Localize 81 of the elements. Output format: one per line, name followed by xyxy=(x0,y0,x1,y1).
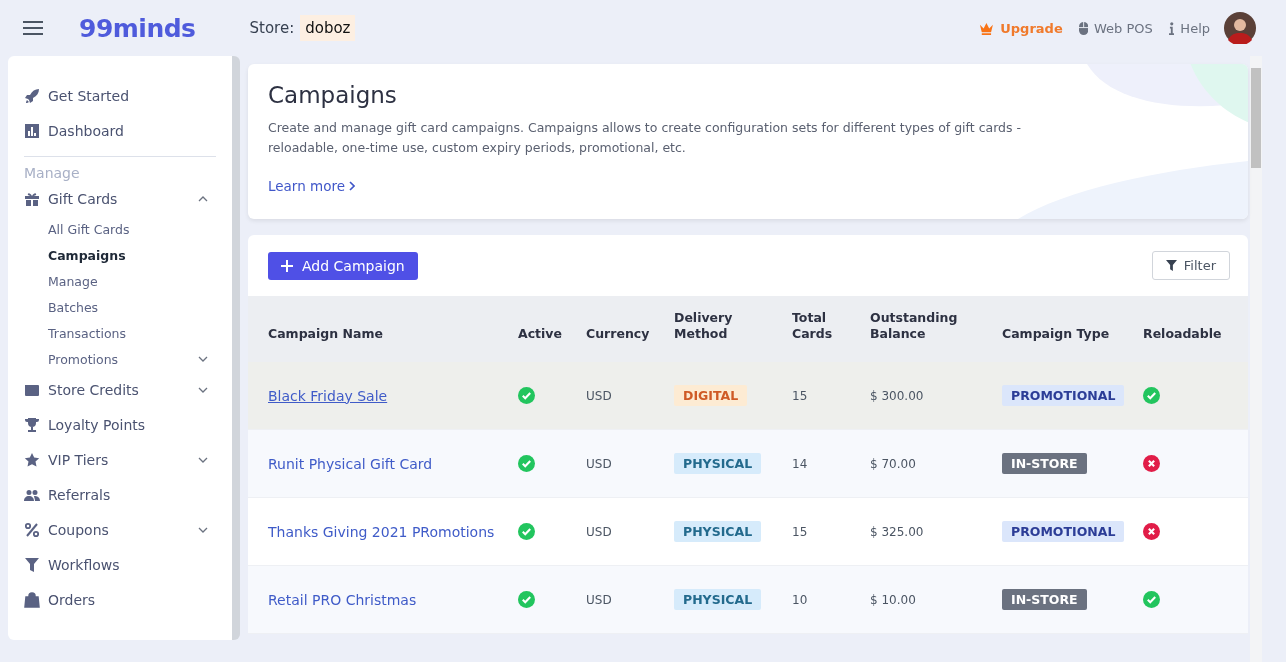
funnel-icon xyxy=(24,556,40,573)
campaign-link[interactable]: Black Friday Sale xyxy=(268,387,388,404)
sidebar-subitem[interactable]: Transactions xyxy=(48,325,127,341)
campaign-link[interactable]: Retail PRO Christmas xyxy=(268,591,417,608)
table-cell: 15 xyxy=(792,524,808,539)
table-cell: 14 xyxy=(792,456,808,471)
table-cell: $ 10.00 xyxy=(870,592,916,607)
plus-icon xyxy=(281,259,293,272)
mouse-icon xyxy=(1078,21,1088,35)
sidebar-item[interactable]: Orders xyxy=(24,582,96,617)
column-header: Active xyxy=(512,296,580,362)
sidebar-item[interactable]: Workflows xyxy=(24,547,120,582)
column-header: Outstanding Balance xyxy=(864,296,996,362)
delivery-badge: DIGITAL xyxy=(674,385,748,406)
sidebar-item[interactable]: Dashboard xyxy=(24,113,216,148)
star-icon xyxy=(24,451,40,468)
table-cell: USD xyxy=(586,524,612,539)
chevron-right-icon xyxy=(349,181,355,191)
table-cell: USD xyxy=(586,592,612,607)
table-cell: 15 xyxy=(792,388,808,403)
gift-icon xyxy=(24,190,40,207)
bar-chart-icon xyxy=(24,122,40,139)
avatar[interactable] xyxy=(1224,12,1256,44)
learn-more-link[interactable]: Learn more xyxy=(268,178,355,194)
table-cell: $ 300.00 xyxy=(870,388,924,403)
sidebar-item[interactable]: Gift Cards xyxy=(24,181,118,216)
sidebar-subitem[interactable]: Promotions xyxy=(48,351,119,367)
table-cell: USD xyxy=(586,456,612,471)
column-header: Currency xyxy=(580,296,668,362)
sidebar-subitem[interactable]: Campaigns xyxy=(48,247,126,263)
table-cell: $ 325.00 xyxy=(870,524,924,539)
sidebar-subitem[interactable]: All Gift Cards xyxy=(48,221,130,237)
sidebar-item[interactable]: Loyalty Points xyxy=(24,407,146,442)
sidebar-subitem[interactable]: Batches xyxy=(48,299,99,315)
funnel-icon xyxy=(1165,260,1177,271)
table-cell: USD xyxy=(586,388,612,403)
info-icon xyxy=(1168,21,1175,35)
campaign-link[interactable]: Thanks Giving 2021 PRomotions xyxy=(268,523,495,540)
menu-icon[interactable] xyxy=(23,21,43,35)
delivery-badge: PHYSICAL xyxy=(674,521,762,542)
sidebar-subitem[interactable]: Manage xyxy=(48,273,98,289)
type-badge: IN-STORE xyxy=(1002,453,1087,474)
sidebar-item[interactable]: Store Credits xyxy=(24,372,139,407)
column-header: Campaign Name xyxy=(248,296,512,362)
add-campaign-button[interactable]: Add Campaign xyxy=(268,251,418,280)
column-header: Campaign Type xyxy=(996,296,1137,362)
scrollbar[interactable] xyxy=(1250,56,1262,662)
sidebar-item[interactable]: VIP Tiers xyxy=(24,442,109,477)
type-badge: PROMOTIONAL xyxy=(1002,521,1125,542)
sidebar-item[interactable]: Get Started xyxy=(24,78,216,113)
logo[interactable]: 99minds xyxy=(79,13,196,43)
chevron-down-icon[interactable] xyxy=(198,356,208,362)
sidebar-item[interactable]: Coupons xyxy=(24,512,109,547)
percent-icon xyxy=(24,521,40,538)
type-badge: PROMOTIONAL xyxy=(1002,385,1125,406)
chevron-down-icon[interactable] xyxy=(198,456,208,463)
rocket-icon xyxy=(24,87,40,104)
delivery-badge: PHYSICAL xyxy=(674,589,762,610)
type-badge: IN-STORE xyxy=(1002,589,1087,610)
help-link[interactable]: Help xyxy=(1168,20,1210,36)
table-cell: $ 70.00 xyxy=(870,456,916,471)
campaign-link[interactable]: Runit Physical Gift Card xyxy=(268,455,433,472)
page-title: Campaigns xyxy=(268,82,398,108)
chevron-down-icon[interactable] xyxy=(198,526,208,533)
column-header: Delivery Method xyxy=(668,296,786,362)
trophy-icon xyxy=(24,416,40,433)
page-description: Create and manage gift card campaigns. Campaigns allows to create configuration sets for different types of gift cards - reloadable, one-time use, custom expiry periods, promotional, etc. xyxy=(268,119,1023,157)
store-label: Store: xyxy=(249,19,295,37)
column-header: Reloadable xyxy=(1137,296,1248,362)
store-name: doboz xyxy=(300,15,356,41)
table-cell: 10 xyxy=(792,592,808,607)
chevron-down-icon[interactable] xyxy=(198,386,208,393)
filter-button[interactable]: Filter xyxy=(1151,251,1230,280)
shopping-bag-icon xyxy=(24,591,40,608)
delivery-badge: PHYSICAL xyxy=(674,453,762,474)
section-heading: Manage xyxy=(24,165,81,181)
crown-icon xyxy=(979,21,995,35)
web-pos-link[interactable]: Web POS xyxy=(1078,20,1153,36)
column-header: Total Cards xyxy=(786,296,864,362)
sidebar-item[interactable]: Referrals xyxy=(24,477,111,512)
chevron-up-icon[interactable] xyxy=(198,195,208,202)
